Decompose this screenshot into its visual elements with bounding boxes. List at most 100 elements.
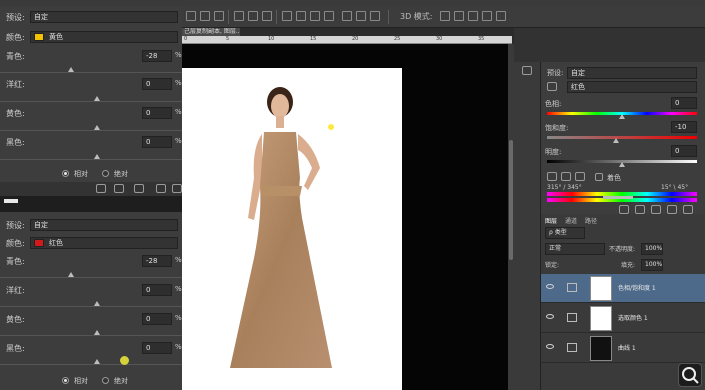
relative-radio[interactable] [62, 170, 69, 177]
lightness-input[interactable]: 0 [671, 145, 697, 157]
eyedropper-minus-icon[interactable] [575, 172, 585, 181]
black-slider-track[interactable] [0, 364, 182, 365]
distribute-bottom-icon[interactable] [262, 11, 272, 21]
layer-filter-select[interactable]: ρ 类型 [545, 227, 585, 239]
clip-layer-icon[interactable] [619, 205, 629, 214]
magenta-input[interactable]: 0 [142, 284, 172, 296]
black-input[interactable]: 0 [142, 136, 172, 148]
magenta-slider-track[interactable] [0, 306, 182, 307]
document-tab[interactable]: 己层复制副本, 图层... [182, 28, 240, 36]
hand-icon[interactable] [547, 82, 557, 91]
yellow-input[interactable]: 0 [142, 313, 172, 325]
magenta-slider-track[interactable] [0, 101, 182, 102]
3d-slide-icon[interactable] [482, 11, 492, 21]
cyan-slider-thumb[interactable] [68, 272, 74, 277]
document-image[interactable] [182, 68, 402, 390]
cyan-input[interactable]: -28 [142, 50, 172, 62]
tab-paths[interactable]: 路径 [585, 216, 597, 225]
colorize-checkbox[interactable] [595, 173, 603, 181]
hue-input[interactable]: 0 [671, 97, 697, 109]
distribute-middle-icon[interactable] [248, 11, 258, 21]
black-slider-thumb[interactable] [94, 154, 100, 159]
distribute-spacing-icon[interactable] [342, 11, 352, 21]
3d-pan-icon[interactable] [468, 11, 478, 21]
reset-icon[interactable] [651, 205, 661, 214]
magenta-slider-thumb[interactable] [94, 301, 100, 306]
cyan-label: 青色: [6, 52, 25, 61]
saturation-slider-track[interactable] [547, 136, 697, 139]
yellow-slider-thumb[interactable] [94, 330, 100, 335]
black-slider-track[interactable] [0, 159, 182, 160]
view-previous-icon[interactable] [114, 184, 124, 193]
yellow-input[interactable]: 0 [142, 107, 172, 119]
eye-icon[interactable] [546, 314, 554, 319]
eyedropper-plus-icon[interactable] [561, 172, 571, 181]
align-center-icon[interactable] [200, 11, 210, 21]
align-left-icon[interactable] [186, 11, 196, 21]
saturation-input[interactable]: -10 [671, 121, 697, 133]
layer-mask-thumbnail[interactable] [590, 336, 612, 361]
search-icon[interactable] [678, 363, 702, 387]
distribute-hcenter-icon[interactable] [296, 11, 306, 21]
layer-row[interactable]: 曲线 1 [541, 334, 705, 363]
align-right-icon[interactable] [214, 11, 224, 21]
distribute-right-icon[interactable] [310, 11, 320, 21]
auto-align-icon[interactable] [324, 11, 334, 21]
paragraph-icon[interactable] [522, 66, 532, 75]
eye-icon[interactable] [546, 344, 554, 349]
distribute-spacing-h-icon[interactable] [370, 11, 380, 21]
preset-select[interactable]: 自定 [30, 219, 178, 231]
3d-roll-icon[interactable] [454, 11, 464, 21]
yellow-slider-thumb[interactable] [94, 125, 100, 130]
cyan-slider-track[interactable] [0, 277, 182, 278]
3d-scale-icon[interactable] [496, 11, 506, 21]
hue-saturation-adjust-icon [567, 283, 577, 292]
3d-mode-label: 3D 模式: [400, 12, 433, 21]
absolute-radio[interactable] [102, 377, 109, 384]
dialog-footer [0, 182, 182, 196]
cyan-slider-thumb[interactable] [68, 67, 74, 72]
cyan-input[interactable]: -28 [142, 255, 172, 267]
3d-rotate-icon[interactable] [440, 11, 450, 21]
relative-radio[interactable] [62, 377, 69, 384]
preset-select[interactable]: 自定 [30, 11, 178, 23]
hue-slider-thumb[interactable] [619, 114, 625, 119]
layer-row[interactable]: 色相/饱和度 1 [541, 274, 705, 303]
magenta-input[interactable]: 0 [142, 78, 172, 90]
clip-layer-icon[interactable] [96, 184, 106, 193]
visibility-icon[interactable] [667, 205, 677, 214]
distribute-top-icon[interactable] [234, 11, 244, 21]
colors-select[interactable]: 黄色 [30, 31, 178, 43]
distribute-spacing-v-icon[interactable] [356, 11, 366, 21]
yellow-slider-track[interactable] [0, 335, 182, 336]
saturation-slider-thumb[interactable] [613, 138, 619, 143]
yellow-slider-track[interactable] [0, 130, 182, 131]
layer-mask-thumbnail[interactable] [590, 306, 612, 331]
black-slider-thumb[interactable] [94, 359, 100, 364]
visibility-icon[interactable] [156, 184, 166, 193]
layer-row[interactable]: 选取颜色 1 [541, 304, 705, 333]
trash-icon[interactable] [172, 184, 182, 193]
blend-mode-select[interactable]: 正常 [545, 243, 605, 255]
magenta-slider-thumb[interactable] [94, 96, 100, 101]
tab-layers[interactable]: 图层 [545, 216, 557, 225]
eyedropper-icon[interactable] [547, 172, 557, 181]
opacity-input[interactable]: 100% [641, 243, 663, 255]
fill-input[interactable]: 100% [641, 259, 663, 271]
colors-select[interactable]: 红色 [30, 237, 178, 249]
view-previous-icon[interactable] [635, 205, 645, 214]
channel-select[interactable]: 红色 [567, 81, 697, 93]
absolute-radio[interactable] [102, 170, 109, 177]
distribute-left-icon[interactable] [282, 11, 292, 21]
range-slider[interactable] [603, 196, 633, 199]
eye-icon[interactable] [546, 284, 554, 289]
scrollbar-thumb[interactable] [509, 140, 513, 260]
layer-mask-thumbnail[interactable] [590, 276, 612, 301]
black-input[interactable]: 0 [142, 342, 172, 354]
trash-icon[interactable] [683, 205, 693, 214]
reset-icon[interactable] [134, 184, 144, 193]
cyan-slider-track[interactable] [0, 72, 182, 73]
lightness-slider-thumb[interactable] [619, 162, 625, 167]
tab-channels[interactable]: 通道 [565, 216, 577, 225]
preset-select[interactable]: 自定 [567, 67, 697, 79]
